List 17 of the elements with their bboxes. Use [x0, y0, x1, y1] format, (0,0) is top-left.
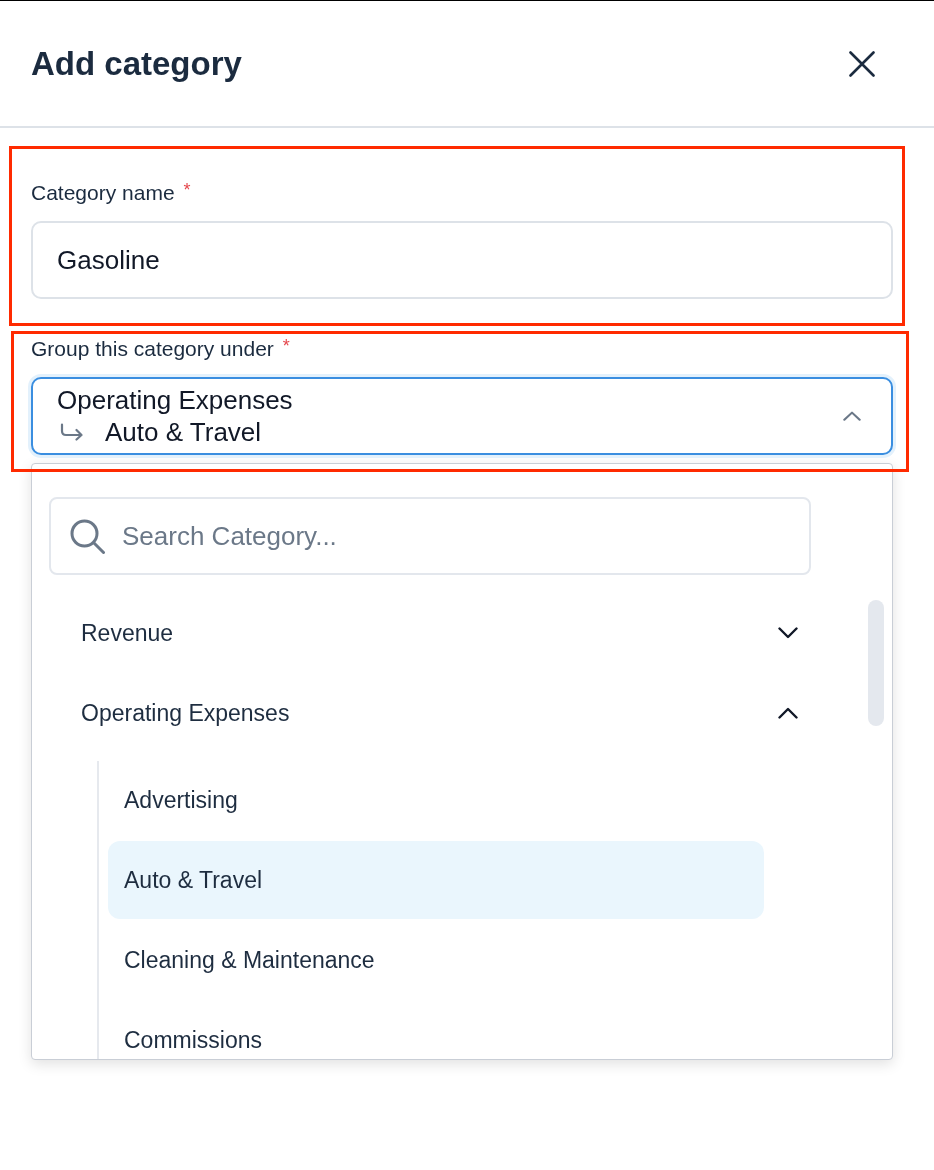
- corner-arrow-icon: [60, 423, 84, 441]
- category-option[interactable]: Revenue: [49, 593, 811, 673]
- close-button[interactable]: [849, 50, 875, 77]
- search-field[interactable]: Search Category...: [49, 497, 811, 575]
- close-icon: [849, 50, 875, 77]
- text-input[interactable]: Gasoline: [31, 221, 893, 299]
- required-asterisk: *: [183, 179, 191, 201]
- category-option[interactable]: Operating Expenses: [49, 673, 811, 753]
- category-select[interactable]: Operating Expenses Auto & Travel: [31, 377, 893, 455]
- scrollbar[interactable]: [868, 600, 884, 726]
- required-asterisk: *: [282, 335, 290, 357]
- field-label: Category name: [31, 180, 175, 206]
- search-icon: [70, 518, 105, 554]
- subcategory-option[interactable]: Auto & Travel: [108, 841, 764, 919]
- dialog-title: Add category: [31, 43, 242, 84]
- chevron-up-icon: [843, 411, 861, 421]
- field-label: Group this category under: [31, 336, 274, 362]
